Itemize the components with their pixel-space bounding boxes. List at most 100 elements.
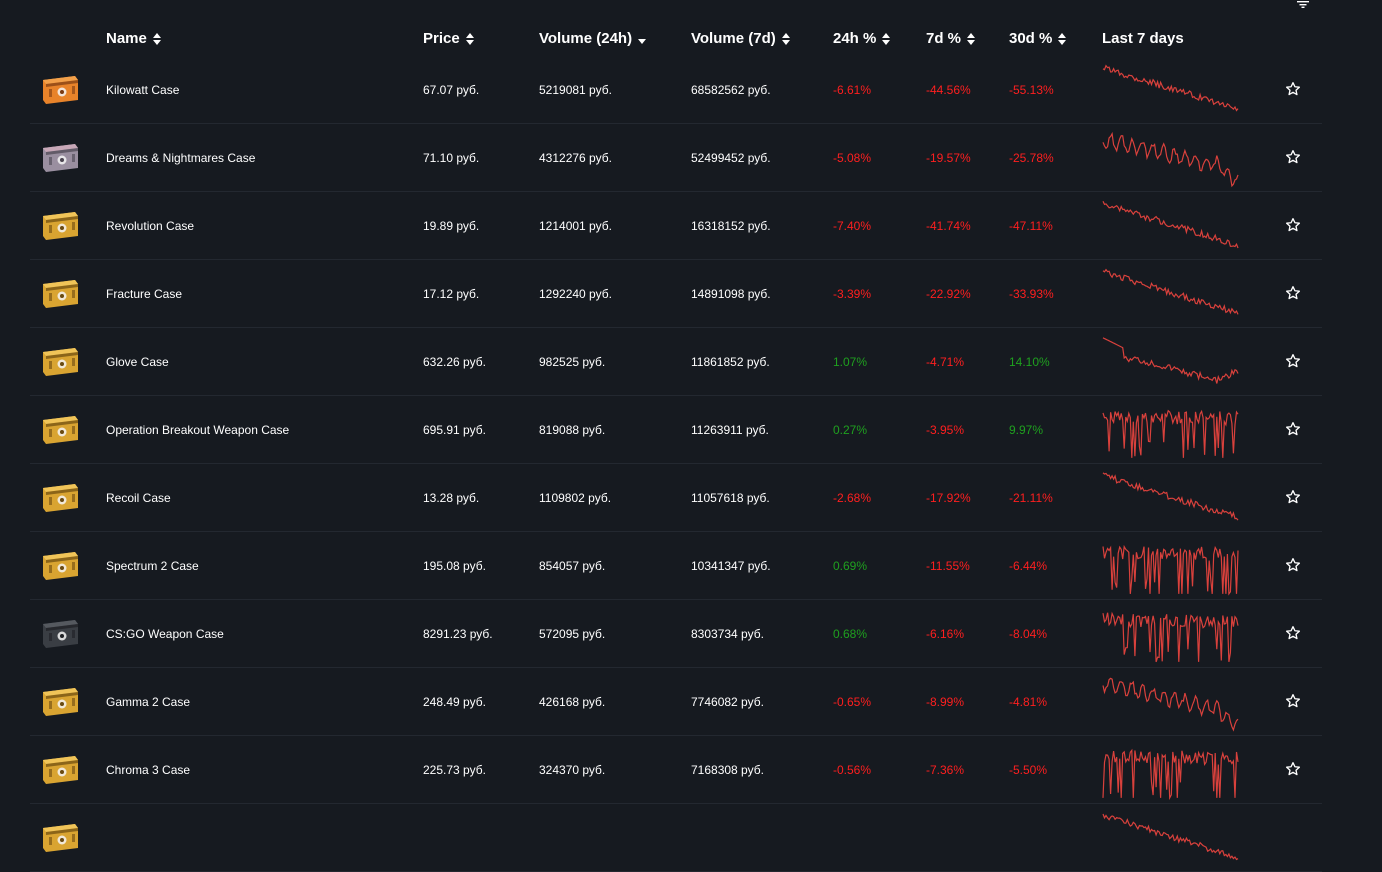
item-name[interactable]: Operation Breakout Weapon Case	[106, 396, 289, 463]
item-volume-24h: 982525 руб.	[539, 354, 606, 369]
table-row[interactable]: Glove Case 632.26 руб. 982525 руб. 11861852…	[30, 328, 1322, 396]
sparkline-chart	[1102, 131, 1239, 188]
case-image	[40, 614, 80, 650]
item-price: 17.12 руб.	[423, 286, 480, 301]
item-change-24h: -6.61%	[833, 82, 872, 97]
item-change-30d: 9.97%	[1009, 422, 1044, 437]
header-7d-percent[interactable]: 7d %	[926, 28, 976, 50]
item-change-30d: 14.10%	[1009, 354, 1050, 369]
case-image	[40, 546, 80, 582]
item-change-7d: -3.95%	[926, 422, 965, 437]
item-change-24h: 1.07%	[833, 354, 868, 369]
item-change-7d: -8.99%	[926, 694, 965, 709]
table-row[interactable]: Recoil Case 13.28 руб. 1109802 руб. 1105761…	[30, 464, 1322, 532]
table-row[interactable]: Kilowatt Case 67.07 руб. 5219081 руб. 68582…	[30, 56, 1322, 124]
table-row[interactable]	[30, 804, 1322, 872]
sort-icon	[1057, 32, 1067, 46]
item-change-24h: -3.39%	[833, 286, 872, 301]
favorite-star-icon[interactable]	[1285, 693, 1301, 709]
item-name[interactable]: Dreams & Nightmares Case	[106, 124, 255, 191]
item-volume-7d: 7746082 руб.	[691, 694, 764, 709]
item-name[interactable]: Kilowatt Case	[106, 56, 179, 123]
item-name[interactable]: Glove Case	[106, 328, 169, 395]
item-volume-24h: 1292240 руб.	[539, 286, 612, 301]
item-volume-24h: 426168 руб.	[539, 694, 606, 709]
case-image	[40, 274, 80, 310]
item-change-24h: -0.65%	[833, 694, 872, 709]
sparkline-chart	[1102, 544, 1239, 596]
item-name[interactable]: Recoil Case	[106, 464, 171, 531]
header-24h-percent[interactable]: 24h %	[833, 28, 891, 50]
header-volume-7d[interactable]: Volume (7d)	[691, 28, 791, 50]
header-last-7-days: Last 7 days	[1102, 30, 1184, 47]
item-change-24h: 0.69%	[833, 558, 868, 573]
item-volume-24h: 854057 руб.	[539, 558, 606, 573]
favorite-star-icon[interactable]	[1285, 217, 1301, 233]
item-volume-24h: 1214001 руб.	[539, 218, 612, 233]
item-price: 632.26 руб.	[423, 354, 486, 369]
case-image	[40, 206, 80, 242]
item-price: 195.08 руб.	[423, 558, 486, 573]
item-name[interactable]: Fracture Case	[106, 260, 182, 327]
item-volume-7d: 11861852 руб.	[691, 354, 770, 369]
table-header: Name Price Volume (24h) Volume (7d) 24h …	[0, 28, 1382, 50]
case-image	[40, 478, 80, 514]
item-name[interactable]: Chroma 3 Case	[106, 736, 190, 803]
item-volume-7d: 7168308 руб.	[691, 762, 764, 777]
favorite-star-icon[interactable]	[1285, 353, 1301, 369]
item-change-7d: -11.55%	[926, 558, 970, 573]
favorite-star-icon[interactable]	[1285, 421, 1301, 437]
item-price: 225.73 руб.	[423, 762, 486, 777]
item-volume-7d: 8303734 руб.	[691, 626, 764, 641]
item-change-30d: -25.78%	[1009, 150, 1054, 165]
item-price: 13.28 руб.	[423, 490, 480, 505]
header-volume-24h[interactable]: Volume (24h)	[539, 28, 647, 50]
item-name[interactable]: Revolution Case	[106, 192, 194, 259]
header-price[interactable]: Price	[423, 28, 475, 50]
favorite-star-icon[interactable]	[1285, 761, 1301, 777]
table-row[interactable]: Gamma 2 Case 248.49 руб. 426168 руб. 774608…	[30, 668, 1322, 736]
sort-icon	[966, 32, 976, 46]
table-row[interactable]: Operation Breakout Weapon Case 695.91 руб…	[30, 396, 1322, 464]
favorite-star-icon[interactable]	[1285, 557, 1301, 573]
item-volume-7d: 16318152 руб.	[691, 218, 771, 233]
table-row[interactable]: CS:GO Weapon Case 8291.23 руб. 572095 руб.…	[30, 600, 1322, 668]
header-30d-percent[interactable]: 30d %	[1009, 28, 1067, 50]
sort-icon	[781, 32, 791, 46]
case-image	[40, 70, 80, 106]
item-volume-7d: 11263911 руб.	[691, 422, 769, 437]
item-change-30d: -8.04%	[1009, 626, 1048, 641]
filter-icon[interactable]	[1297, 0, 1309, 8]
item-volume-24h: 4312276 руб.	[539, 150, 612, 165]
sort-icon	[881, 32, 891, 46]
item-change-24h: 0.68%	[833, 626, 868, 641]
item-volume-24h: 5219081 руб.	[539, 82, 612, 97]
item-price: 19.89 руб.	[423, 218, 480, 233]
item-volume-7d: 14891098 руб.	[691, 286, 771, 301]
item-volume-24h: 572095 руб.	[539, 626, 606, 641]
item-change-7d: -6.16%	[926, 626, 965, 641]
table-row[interactable]: Dreams & Nightmares Case 71.10 руб. 431227…	[30, 124, 1322, 192]
item-change-30d: -47.11%	[1009, 218, 1053, 233]
item-volume-24h: 324370 руб.	[539, 762, 606, 777]
item-price: 8291.23 руб.	[423, 626, 493, 641]
table-row[interactable]: Revolution Case 19.89 руб. 1214001 руб. 163…	[30, 192, 1322, 260]
sparkline-chart	[1102, 268, 1239, 315]
item-volume-24h: 1109802 руб.	[539, 490, 612, 505]
item-volume-7d: 10341347 руб.	[691, 558, 771, 573]
favorite-star-icon[interactable]	[1285, 149, 1301, 165]
table-row[interactable]: Chroma 3 Case 225.73 руб. 324370 руб. 71683…	[30, 736, 1322, 804]
table-row[interactable]: Fracture Case 17.12 руб. 1292240 руб. 14891…	[30, 260, 1322, 328]
favorite-star-icon[interactable]	[1285, 489, 1301, 505]
favorite-star-icon[interactable]	[1285, 81, 1301, 97]
header-name[interactable]: Name	[106, 28, 162, 50]
item-name[interactable]: CS:GO Weapon Case	[106, 600, 224, 667]
case-image	[40, 410, 80, 446]
item-change-30d: -6.44%	[1009, 558, 1048, 573]
table-row[interactable]: Spectrum 2 Case 195.08 руб. 854057 руб. 103…	[30, 532, 1322, 600]
favorite-star-icon[interactable]	[1285, 285, 1301, 301]
item-name[interactable]: Spectrum 2 Case	[106, 532, 199, 599]
item-change-7d: -44.56%	[926, 82, 971, 97]
item-name[interactable]: Gamma 2 Case	[106, 668, 190, 735]
favorite-star-icon[interactable]	[1285, 625, 1301, 641]
